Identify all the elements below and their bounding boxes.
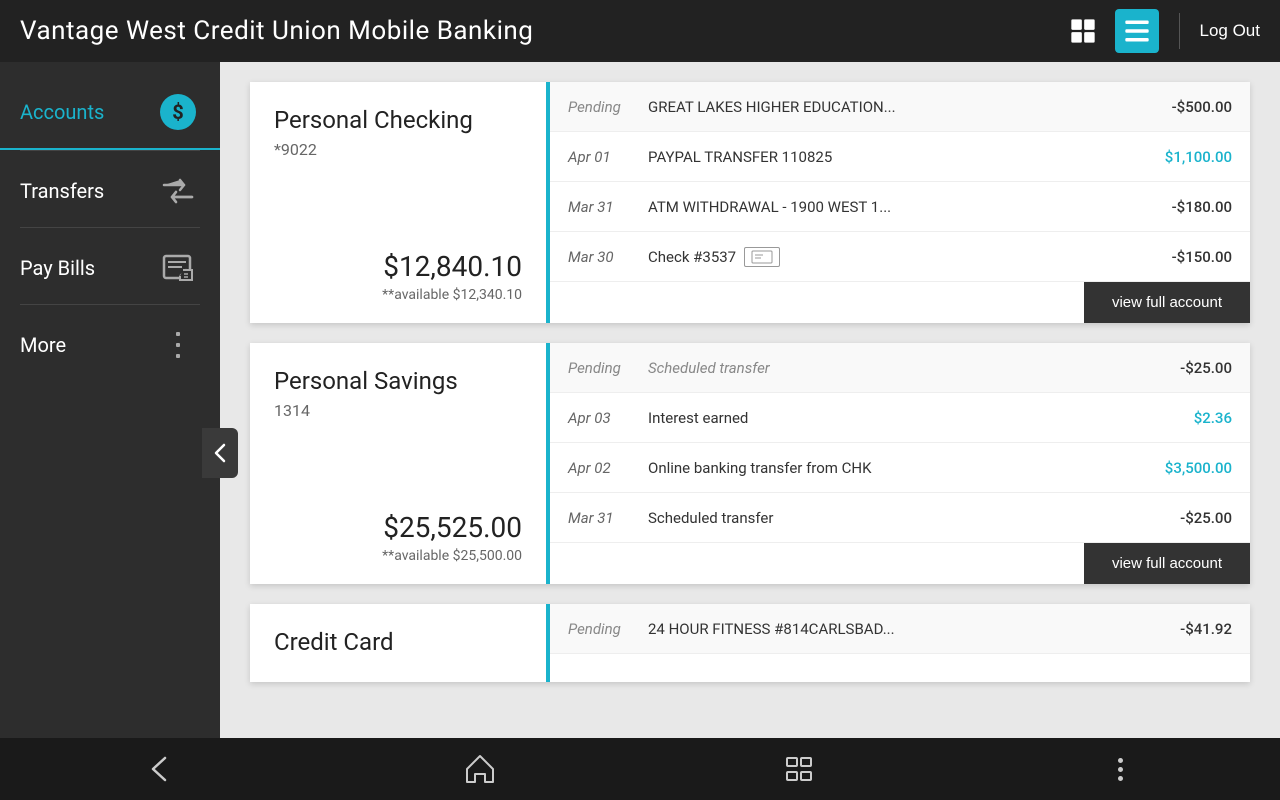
chevron-left-icon [212,443,228,463]
tx-amount: $1,100.00 [1142,148,1232,166]
tx-date: Apr 03 [568,409,648,427]
logout-button[interactable]: Log Out [1200,21,1261,41]
tx-amount: -$150.00 [1142,248,1232,266]
grid-view-button[interactable] [1061,9,1105,53]
sidebar-collapse-button[interactable] [202,428,238,478]
view-full-savings-button[interactable]: view full account [1084,543,1250,584]
table-row: Pending Scheduled transfer -$25.00 [550,343,1250,393]
tx-date: Apr 01 [568,148,648,166]
tx-date: Pending [568,98,648,116]
sidebar-item-transfers[interactable]: Transfers [0,151,220,227]
tx-amount: -$41.92 [1142,620,1232,638]
view-full-checking-button[interactable]: view full account [1084,282,1250,323]
tx-amount: -$25.00 [1142,359,1232,377]
tx-amount: $3,500.00 [1142,459,1232,477]
sidebar-item-paybills[interactable]: Pay Bills [0,228,220,304]
tx-desc: Check #3537 [648,247,1142,267]
account-summary-savings[interactable]: Personal Savings 1314 $25,525.00 **avail… [250,343,550,584]
tx-date: Mar 31 [568,198,648,216]
credit-transactions: Pending 24 HOUR FITNESS #814CARLSBAD... … [550,604,1250,682]
table-row: Pending 24 HOUR FITNESS #814CARLSBAD... … [550,604,1250,654]
menu-dots-icon [1118,758,1123,781]
table-row: Mar 31 ATM WITHDRAWAL - 1900 WEST 1... -… [550,182,1250,232]
table-row: Apr 03 Interest earned $2.36 [550,393,1250,443]
savings-account-number: 1314 [274,401,522,420]
table-row: Pending GREAT LAKES HIGHER EDUCATION... … [550,82,1250,132]
checking-account-name: Personal Checking [274,106,522,134]
list-view-button[interactable] [1115,9,1159,53]
table-row: Mar 31 Scheduled transfer -$25.00 [550,493,1250,543]
tx-date: Pending [568,620,648,638]
more-menu-button[interactable] [1080,744,1160,794]
accounts-content: Personal Checking *9022 $12,840.10 **ava… [220,62,1280,738]
tx-desc: Scheduled transfer [648,509,1142,527]
savings-transactions: Pending Scheduled transfer -$25.00 Apr 0… [550,343,1250,584]
sidebar: Accounts $ Transfers [0,62,220,738]
account-summary-credit[interactable]: Credit Card [250,604,550,682]
tx-desc: Online banking transfer from CHK [648,459,1142,477]
svg-text:$: $ [172,100,183,124]
topbar-actions: Log Out [1061,9,1261,53]
checking-account-balance: $12,840.10 [274,250,522,283]
list-icon [1123,17,1151,45]
transfers-icon [156,169,200,213]
tx-date: Apr 02 [568,459,648,477]
account-summary-checking[interactable]: Personal Checking *9022 $12,840.10 **ava… [250,82,550,323]
tx-date: Mar 31 [568,509,648,527]
sidebar-item-accounts[interactable]: Accounts $ [0,72,220,150]
tx-desc: PAYPAL TRANSFER 110825 [648,148,1142,166]
account-row-savings: Personal Savings 1314 $25,525.00 **avail… [250,343,1250,584]
savings-account-name: Personal Savings [274,367,522,395]
tx-desc: Scheduled transfer [648,359,1142,377]
topbar: Vantage West Credit Union Mobile Banking… [0,0,1280,62]
sidebar-item-more[interactable]: More [0,305,220,381]
tx-desc: ATM WITHDRAWAL - 1900 WEST 1... [648,198,1142,216]
savings-account-available: **available $25,500.00 [274,548,522,564]
checking-account-number: *9022 [274,140,522,159]
back-arrow-icon [143,752,177,786]
paybills-icon [156,246,200,290]
checking-transactions: Pending GREAT LAKES HIGHER EDUCATION... … [550,82,1250,323]
tx-amount: -$500.00 [1142,98,1232,116]
bottom-navbar [0,738,1280,800]
account-row-checking: Personal Checking *9022 $12,840.10 **ava… [250,82,1250,323]
check-image-icon[interactable] [744,247,780,267]
tx-desc: Interest earned [648,409,1142,427]
account-row-credit: Credit Card Pending 24 HOUR FITNESS #814… [250,604,1250,682]
home-icon [463,752,497,786]
tx-desc: GREAT LAKES HIGHER EDUCATION... [648,98,1142,116]
main-layout: Accounts $ Transfers [0,62,1280,738]
table-row: Mar 30 Check #3537 -$150.00 [550,232,1250,282]
tx-amount: -$25.00 [1142,509,1232,527]
tx-amount: $2.36 [1142,409,1232,427]
home-button[interactable] [440,744,520,794]
tx-desc: 24 HOUR FITNESS #814CARLSBAD... [648,620,1142,638]
app-title: Vantage West Credit Union Mobile Banking [20,16,533,46]
savings-account-balance: $25,525.00 [274,511,522,544]
view-full-savings: view full account [550,543,1250,584]
back-button[interactable] [120,744,200,794]
grid-icon [1069,17,1097,45]
table-row: Apr 02 Online banking transfer from CHK … [550,443,1250,493]
recents-button[interactable] [760,744,840,794]
tx-amount: -$180.00 [1142,198,1232,216]
tx-date: Mar 30 [568,248,648,266]
recents-icon [783,752,817,786]
credit-account-name: Credit Card [274,628,522,656]
tx-date: Pending [568,359,648,377]
table-row: Apr 01 PAYPAL TRANSFER 110825 $1,100.00 [550,132,1250,182]
more-icon [156,323,200,367]
accounts-icon: $ [156,90,200,134]
topbar-divider [1179,13,1180,49]
checking-account-available: **available $12,340.10 [274,287,522,303]
view-full-checking: view full account [550,282,1250,323]
